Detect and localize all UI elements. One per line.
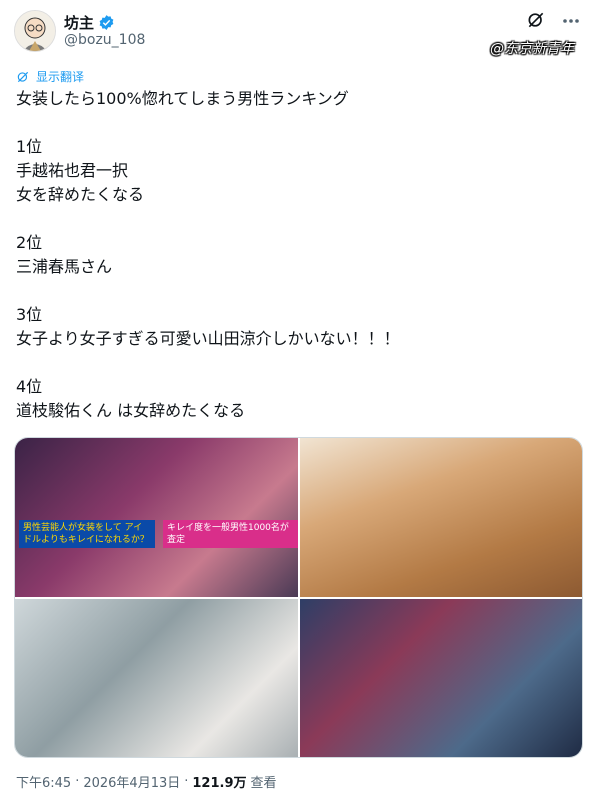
verified-icon bbox=[99, 15, 114, 30]
translate-label[interactable]: 显示翻译 bbox=[36, 68, 84, 85]
separator: · bbox=[184, 774, 189, 789]
tweet-text: 女装したら100%惚れてしまう男性ランキング 1位 手越祐也君一択 女を辞めたく… bbox=[16, 89, 400, 420]
media-caption-right: キレイ度を一般男性1000名が査定 bbox=[163, 520, 298, 548]
display-name[interactable]: 坊主 bbox=[64, 12, 94, 33]
tweet-footer: 下午6:45 · 2026年4月13日 · 121.9万 查看 bbox=[16, 772, 277, 791]
views-label: 查看 bbox=[250, 776, 277, 791]
avatar[interactable] bbox=[14, 10, 56, 52]
media-photo-3[interactable] bbox=[15, 598, 298, 757]
separator: · bbox=[75, 774, 80, 789]
media-caption-left: 男性芸能人が女装をして アイドルよりもキレイになれるか？ bbox=[19, 520, 155, 548]
handle[interactable]: @bozu_108 bbox=[64, 32, 145, 48]
more-icon[interactable] bbox=[562, 14, 580, 28]
watermark: @东京新青年 bbox=[490, 41, 574, 57]
media-photo-2[interactable] bbox=[299, 438, 582, 597]
grok-icon[interactable] bbox=[526, 10, 546, 30]
media-photo-4[interactable] bbox=[299, 598, 582, 757]
tweet-time[interactable]: 下午6:45 bbox=[16, 772, 71, 791]
translate-icon bbox=[17, 71, 29, 82]
view-count: 121.9万 bbox=[192, 776, 247, 791]
translate-button[interactable]: 显示翻译 bbox=[16, 68, 84, 85]
media-grid: 男性芸能人が女装をして アイドルよりもキレイになれるか？ キレイ度を一般男性10… bbox=[14, 437, 583, 758]
media-photo-1[interactable]: 男性芸能人が女装をして アイドルよりもキレイになれるか？ キレイ度を一般男性10… bbox=[15, 438, 298, 597]
tweet-date[interactable]: 2026年4月13日 bbox=[83, 772, 180, 791]
